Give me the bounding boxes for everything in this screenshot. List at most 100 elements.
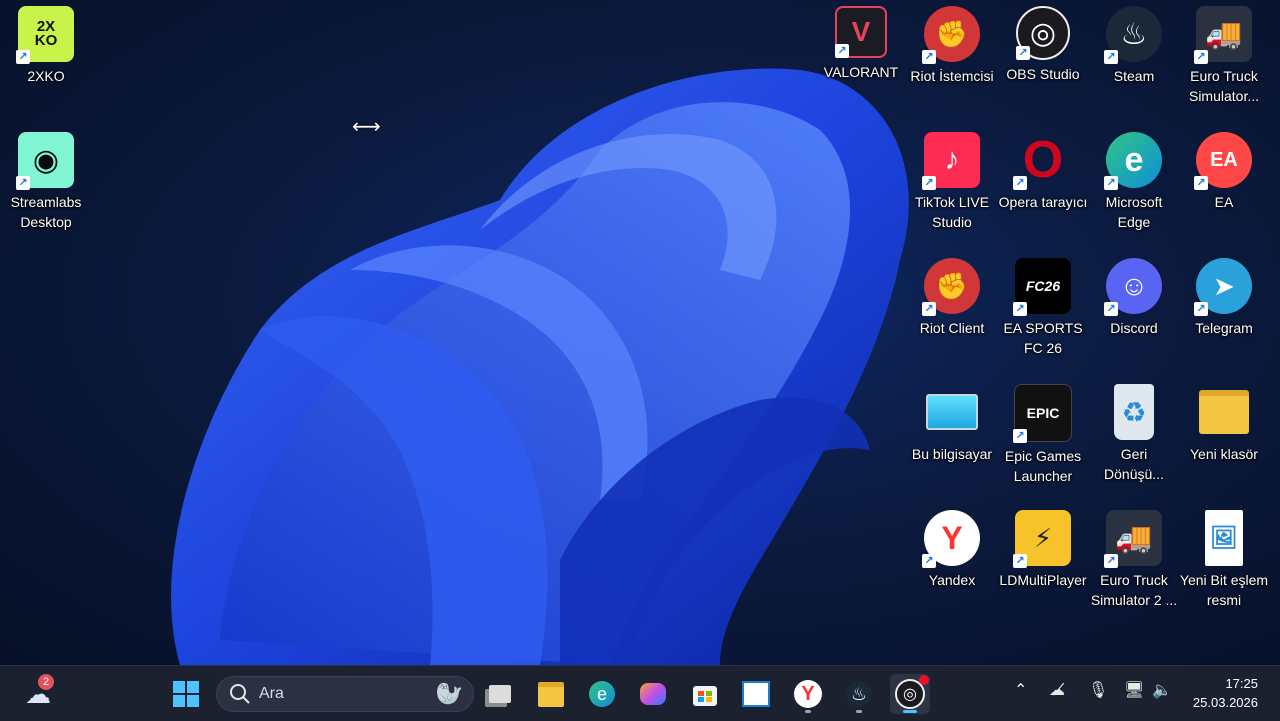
desktop-icon-new-folder[interactable]: Yeni klasör (1178, 380, 1270, 490)
windows-logo-icon (173, 681, 199, 707)
desktop-icon-ea-sports-fc26[interactable]: FC26 ↗ EA SPORTS FC 26 (997, 254, 1089, 364)
desktop-icon-label: Bu bilgisayar (911, 446, 993, 462)
desktop-icon-obs-studio[interactable]: ◎ ↗ OBS Studio (997, 2, 1089, 112)
shortcut-arrow-icon: ↗ (922, 176, 936, 190)
desktop-icon-recycle-bin[interactable]: ♻ Geri Dönüşü... (1088, 380, 1180, 490)
taskbar-search-box[interactable]: Ara 🦭 (216, 676, 474, 712)
taskbar-microsoft-store[interactable] (685, 674, 725, 714)
desktop-icon-this-pc[interactable]: Bu bilgisayar (906, 380, 998, 490)
shortcut-arrow-icon: ↗ (1194, 302, 1208, 316)
telegram-icon: ➤ ↗ (1194, 258, 1252, 316)
valorant-icon: V ↗ (835, 6, 887, 58)
shortcut-arrow-icon: ↗ (835, 44, 849, 58)
shortcut-arrow-icon: ↗ (16, 50, 30, 64)
chevron-up-icon[interactable]: ⌃ (1014, 680, 1027, 700)
desktop-icon-euro-truck[interactable]: 🚚 ↗ Euro Truck Simulator... (1178, 2, 1270, 112)
desktop-icon-label: Euro Truck Simulator... (1188, 68, 1260, 104)
euro-truck-icon: 🚚 ↗ (1194, 6, 1252, 64)
resize-cursor-icon: ⟷ (352, 116, 381, 138)
notification-badge: 2 (38, 674, 54, 690)
epic-games-icon: EPIC ↗ (1013, 384, 1072, 443)
shortcut-arrow-icon: ↗ (1104, 554, 1118, 568)
recording-indicator-icon (919, 675, 929, 685)
desktop-icon-steam[interactable]: ♨ ↗ Steam (1088, 2, 1180, 112)
desktop-icon-label: Riot Client (919, 320, 985, 336)
desktop-icon-label: Discord (1110, 320, 1158, 336)
desktop-icon-discord[interactable]: ☺ ↗ Discord (1088, 254, 1180, 364)
desktop-icon-valorant[interactable]: V ↗ VALORANT (815, 2, 907, 112)
shortcut-arrow-icon: ↗ (1016, 46, 1030, 60)
euro-truck-2-icon: 🚚 ↗ (1104, 510, 1162, 568)
desktop-icon-label: Yeni klasör (1190, 446, 1258, 462)
active-indicator (903, 710, 917, 713)
shortcut-arrow-icon: ↗ (1194, 176, 1208, 190)
shortcut-arrow-icon: ↗ (1104, 302, 1118, 316)
shortcut-arrow-icon: ↗ (1104, 176, 1118, 190)
search-highlight-icon: 🦭 (435, 681, 463, 706)
shortcut-arrow-icon: ↗ (16, 176, 30, 190)
app-window-icon (742, 681, 770, 707)
riot-client-2-icon: ✊ ↗ (922, 258, 980, 316)
shortcut-arrow-icon: ↗ (1104, 50, 1118, 64)
clock-date: 25.03.2026 (1192, 695, 1258, 710)
store-icon (693, 686, 717, 706)
start-button[interactable] (166, 674, 206, 714)
desktop-icon-telegram[interactable]: ➤ ↗ Telegram (1178, 254, 1270, 364)
desktop-icon-bitmap-file[interactable]: 🖼 Yeni Bit eşlem resmi (1178, 506, 1270, 616)
desktop-icon-yandex[interactable]: Y ↗ Yandex (906, 506, 998, 616)
discord-icon: ☺ ↗ (1104, 258, 1162, 316)
running-indicator (805, 710, 811, 713)
desktop-icon-label: Yandex (928, 572, 976, 588)
desktop-icon-opera[interactable]: O ↗ Opera tarayıcı (997, 128, 1089, 238)
shortcut-arrow-icon: ↗ (1013, 176, 1027, 190)
desktop-icon-label: Epic Games Launcher (1004, 448, 1082, 484)
yandex-icon: Y (794, 680, 822, 708)
taskbar-app-window[interactable] (736, 674, 776, 714)
desktop-icon-riot-client[interactable]: ✊ ↗ Riot Client (906, 254, 998, 364)
taskbar-copilot[interactable] (633, 674, 673, 714)
desktop-icon-label: VALORANT (823, 64, 899, 80)
desktop-icon-epic-games[interactable]: EPIC ↗ Epic Games Launcher (997, 380, 1089, 490)
steam-icon: ♨ (846, 681, 872, 707)
edge-icon: e ↗ (1104, 132, 1162, 190)
folder-icon (1196, 384, 1252, 440)
shortcut-arrow-icon: ↗ (1013, 429, 1027, 443)
task-view-button[interactable] (480, 674, 520, 714)
desktop-icon-label: Yeni Bit eşlem resmi (1179, 572, 1269, 608)
cloud-off-icon[interactable]: ☁̸ (1049, 680, 1065, 700)
taskbar-file-explorer[interactable] (531, 674, 571, 714)
taskbar-edge[interactable]: e (582, 674, 622, 714)
desktop-icon-streamlabs[interactable]: ◉ ↗ Streamlabs Desktop (0, 128, 92, 238)
search-placeholder: Ara (259, 685, 284, 702)
weather-widget-button[interactable]: ☁ 2 (18, 674, 58, 714)
shortcut-arrow-icon: ↗ (922, 554, 936, 568)
2xko-icon: 2X KO ↗ (16, 6, 74, 64)
shortcut-arrow-icon: ↗ (1013, 554, 1027, 568)
recycle-bin-icon: ♻ (1114, 384, 1154, 440)
desktop-icon-label: TikTok LIVE Studio (914, 194, 990, 230)
system-clock[interactable]: 17:25 25.03.2026 (1193, 674, 1258, 712)
desktop-icon-label: Telegram (1195, 320, 1253, 336)
taskbar-steam[interactable]: ♨ (839, 674, 879, 714)
desktop-icon-euro-truck-2[interactable]: 🚚 ↗ Euro Truck Simulator 2 ... (1088, 506, 1180, 616)
taskbar-yandex[interactable]: Y (788, 674, 828, 714)
folder-icon (538, 681, 564, 707)
yandex-icon: Y ↗ (922, 510, 980, 568)
desktop-icon-riot-istemcisi[interactable]: ✊ ↗ Riot İstemcisi (906, 2, 998, 112)
copilot-icon (640, 683, 666, 705)
microphone-icon[interactable]: 🎙 (1088, 680, 1108, 700)
desktop-icon-label: Streamlabs Desktop (10, 194, 82, 230)
tiktok-live-icon: ♪ ↗ (922, 132, 980, 190)
obs-icon: ◎ (895, 675, 929, 709)
desktop-icon-2xko[interactable]: 2X KO ↗ 2XKO (0, 2, 92, 112)
steam-icon: ♨ ↗ (1104, 6, 1162, 64)
speaker-icon[interactable]: 🔈 (1152, 680, 1172, 700)
desktop-icon-edge[interactable]: e ↗ Microsoft Edge (1088, 128, 1180, 238)
network-icon[interactable]: 🖥 (1124, 680, 1144, 700)
desktop-icon-ldmultiplayer[interactable]: ⚡ ↗ LDMultiPlayer (997, 506, 1089, 616)
desktop-icon-ea[interactable]: EA ↗ EA (1178, 128, 1270, 238)
desktop-icon-label: 2XKO (27, 68, 65, 84)
desktop-icon-tiktok-live[interactable]: ♪ ↗ TikTok LIVE Studio (906, 128, 998, 238)
taskbar-obs-studio[interactable]: ◎ (890, 674, 930, 714)
desktop-icon-label: EA (1214, 194, 1234, 210)
